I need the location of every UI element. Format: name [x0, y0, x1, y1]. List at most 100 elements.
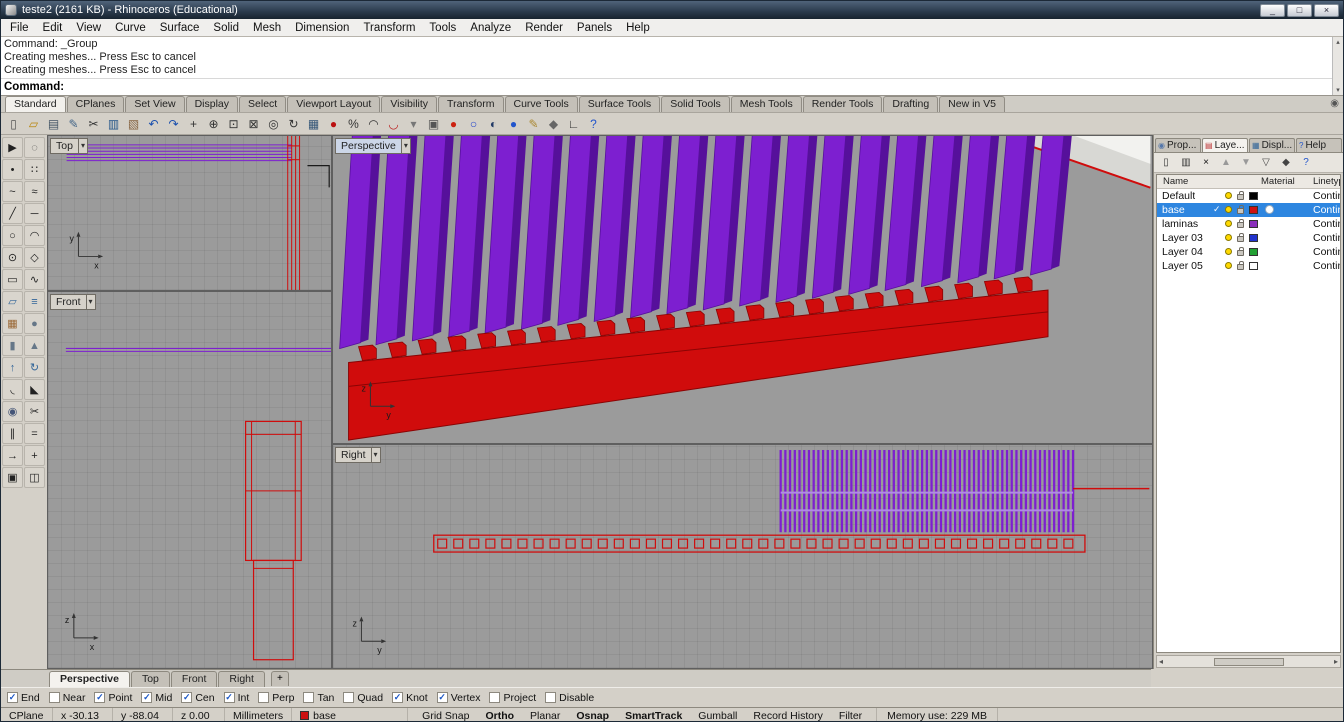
checkbox[interactable]: ✓	[223, 692, 235, 703]
sidebar-tool-icon[interactable]: ≈	[24, 181, 45, 202]
toolbar-icon[interactable]: ⊡	[224, 114, 243, 133]
toolbar-tab[interactable]: CPlanes	[66, 96, 125, 112]
osnap-checkbox[interactable]: ✓ Tan	[303, 692, 334, 704]
layer-row[interactable]: Layer 04 ✓ Continuous	[1157, 245, 1340, 259]
toolbar-icon[interactable]: ▱	[24, 114, 43, 133]
toolbar-options-icon[interactable]: ◉	[1330, 98, 1339, 719]
right-viewport-canvas[interactable]: zy	[333, 445, 1152, 668]
toolbar-icon[interactable]: ◡	[384, 114, 403, 133]
toolbar-icon[interactable]: ▧	[124, 114, 143, 133]
osnap-checkbox[interactable]: ✓ Project	[489, 692, 536, 704]
sidebar-tool-icon[interactable]: ◉	[2, 401, 23, 422]
layer-row[interactable]: base ✓ Continuous	[1157, 203, 1340, 217]
checkbox[interactable]: ✓	[436, 692, 448, 703]
sidebar-tool-icon[interactable]: →	[2, 445, 23, 466]
status-toggle[interactable]: Gumball	[698, 710, 737, 722]
layer-color-swatch[interactable]	[1249, 262, 1258, 270]
layer-toolbar-icon[interactable]: ?	[1298, 155, 1314, 171]
viewport-tab[interactable]: Right	[218, 671, 265, 687]
toolbar-icon[interactable]: ∟	[564, 114, 583, 133]
osnap-checkbox[interactable]: ✓ Cen	[181, 692, 215, 704]
toolbar-icon[interactable]: ▦	[304, 114, 323, 133]
layer-name[interactable]: laminas	[1162, 218, 1198, 230]
toolbar-icon[interactable]: ↶	[144, 114, 163, 133]
viewport-tab-grip-icon[interactable]: +	[271, 671, 289, 686]
layer-lock-icon[interactable]	[1237, 205, 1244, 214]
osnap-checkbox[interactable]: ✓ Mid	[141, 692, 172, 704]
layer-lock-icon[interactable]	[1237, 219, 1244, 228]
toolbar-icon[interactable]: ✂	[84, 114, 103, 133]
layer-toolbar-icon[interactable]: ▥	[1178, 155, 1194, 171]
toolbar-tab[interactable]: Display	[185, 96, 239, 112]
osnap-checkbox[interactable]: ✓ Disable	[545, 692, 594, 704]
status-toggle[interactable]: Osnap	[576, 710, 609, 722]
sidebar-tool-icon[interactable]: ◣	[24, 379, 45, 400]
toolbar-icon[interactable]: ●	[504, 114, 523, 133]
viewport-front[interactable]: zx Front ▾	[47, 291, 332, 669]
status-toggle[interactable]: Filter	[839, 710, 862, 722]
status-toggle[interactable]: SmartTrack	[625, 710, 682, 722]
sidebar-tool-icon[interactable]: ✂	[24, 401, 45, 422]
layer-color-swatch[interactable]	[1249, 192, 1258, 200]
checkbox[interactable]: ✓	[258, 692, 270, 703]
toolbar-icon[interactable]: ▣	[424, 114, 443, 133]
sidebar-tool-icon[interactable]: ↻	[24, 357, 45, 378]
sidebar-tool-icon[interactable]: +	[24, 445, 45, 466]
toolbar-icon[interactable]: ✎	[64, 114, 83, 133]
maximize-button[interactable]: □	[1287, 3, 1312, 17]
menu-item[interactable]: Curve	[108, 21, 153, 35]
layer-visibility-bulb-icon[interactable]	[1225, 192, 1232, 199]
toolbar-tab[interactable]: Surface Tools	[578, 96, 661, 112]
layer-toolbar-icon[interactable]: ▽	[1258, 155, 1274, 171]
panel-tab[interactable]: ▦ Displ...	[1249, 138, 1295, 152]
toolbar-icon[interactable]: ▤	[44, 114, 63, 133]
toolbar-icon[interactable]: ○	[464, 114, 483, 133]
scrollbar-thumb[interactable]	[1213, 657, 1284, 666]
checkbox[interactable]: ✓	[141, 692, 153, 703]
toolbar-icon[interactable]: ◐	[484, 114, 503, 133]
sidebar-tool-icon[interactable]: ⊙	[2, 247, 23, 268]
osnap-checkbox[interactable]: ✓ Vertex	[436, 692, 480, 704]
toolbar-icon[interactable]: ↷	[164, 114, 183, 133]
osnap-checkbox[interactable]: ✓ Int	[223, 692, 249, 704]
sidebar-tool-icon[interactable]: ▦	[2, 313, 23, 334]
osnap-checkbox[interactable]: ✓ Quad	[343, 692, 383, 704]
sidebar-tool-icon[interactable]: ≡	[24, 291, 45, 312]
layer-row[interactable]: laminas ✓ Continuous	[1157, 217, 1340, 231]
layer-toolbar-icon[interactable]: ◆	[1278, 155, 1294, 171]
layer-visibility-bulb-icon[interactable]	[1225, 220, 1232, 227]
status-toggle[interactable]: Ortho	[485, 710, 514, 722]
toolbar-icon[interactable]: ▾	[404, 114, 423, 133]
toolbar-icon[interactable]: ▯	[4, 114, 23, 133]
menu-item[interactable]: Solid	[206, 21, 246, 35]
viewport-perspective[interactable]: zy Perspective ▾	[332, 135, 1153, 444]
menu-item[interactable]: Dimension	[288, 21, 356, 35]
layer-toolbar-icon[interactable]: ▲	[1218, 155, 1234, 171]
viewport-tab[interactable]: Front	[170, 671, 218, 687]
layer-row[interactable]: Layer 03 ✓ Continuous	[1157, 231, 1340, 245]
viewport-perspective-title[interactable]: Perspective ▾	[335, 138, 411, 154]
layer-toolbar-icon[interactable]: ×	[1198, 155, 1214, 171]
sidebar-tool-icon[interactable]: ○	[2, 225, 23, 246]
sidebar-tool-icon[interactable]: ╱	[2, 203, 23, 224]
sidebar-tool-icon[interactable]: ▱	[2, 291, 23, 312]
command-scrollbar[interactable]: ▴ ▾	[1332, 37, 1343, 95]
column-header-name[interactable]: Name	[1163, 176, 1188, 187]
osnap-checkbox[interactable]: ✓ Perp	[258, 692, 294, 704]
checkbox[interactable]: ✓	[545, 692, 557, 703]
menu-item[interactable]: Surface	[153, 21, 207, 35]
osnap-checkbox[interactable]: ✓ End	[7, 692, 40, 704]
viewport-tab[interactable]: Perspective	[49, 671, 130, 687]
osnap-checkbox[interactable]: ✓ Knot	[392, 692, 428, 704]
toolbar-tab[interactable]: Standard	[5, 96, 66, 112]
top-viewport-canvas[interactable]: yx	[48, 136, 331, 290]
toolbar-icon[interactable]: ↻	[284, 114, 303, 133]
toolbar-icon[interactable]: ◎	[264, 114, 283, 133]
toolbar-tab[interactable]: Transform	[438, 96, 504, 112]
menu-item[interactable]: Render	[518, 21, 570, 35]
menu-item[interactable]: Panels	[570, 21, 619, 35]
sidebar-tool-icon[interactable]: ~	[2, 181, 23, 202]
checkbox[interactable]: ✓	[94, 692, 106, 703]
menu-item[interactable]: Edit	[36, 21, 70, 35]
layer-material-icon[interactable]	[1265, 205, 1274, 214]
